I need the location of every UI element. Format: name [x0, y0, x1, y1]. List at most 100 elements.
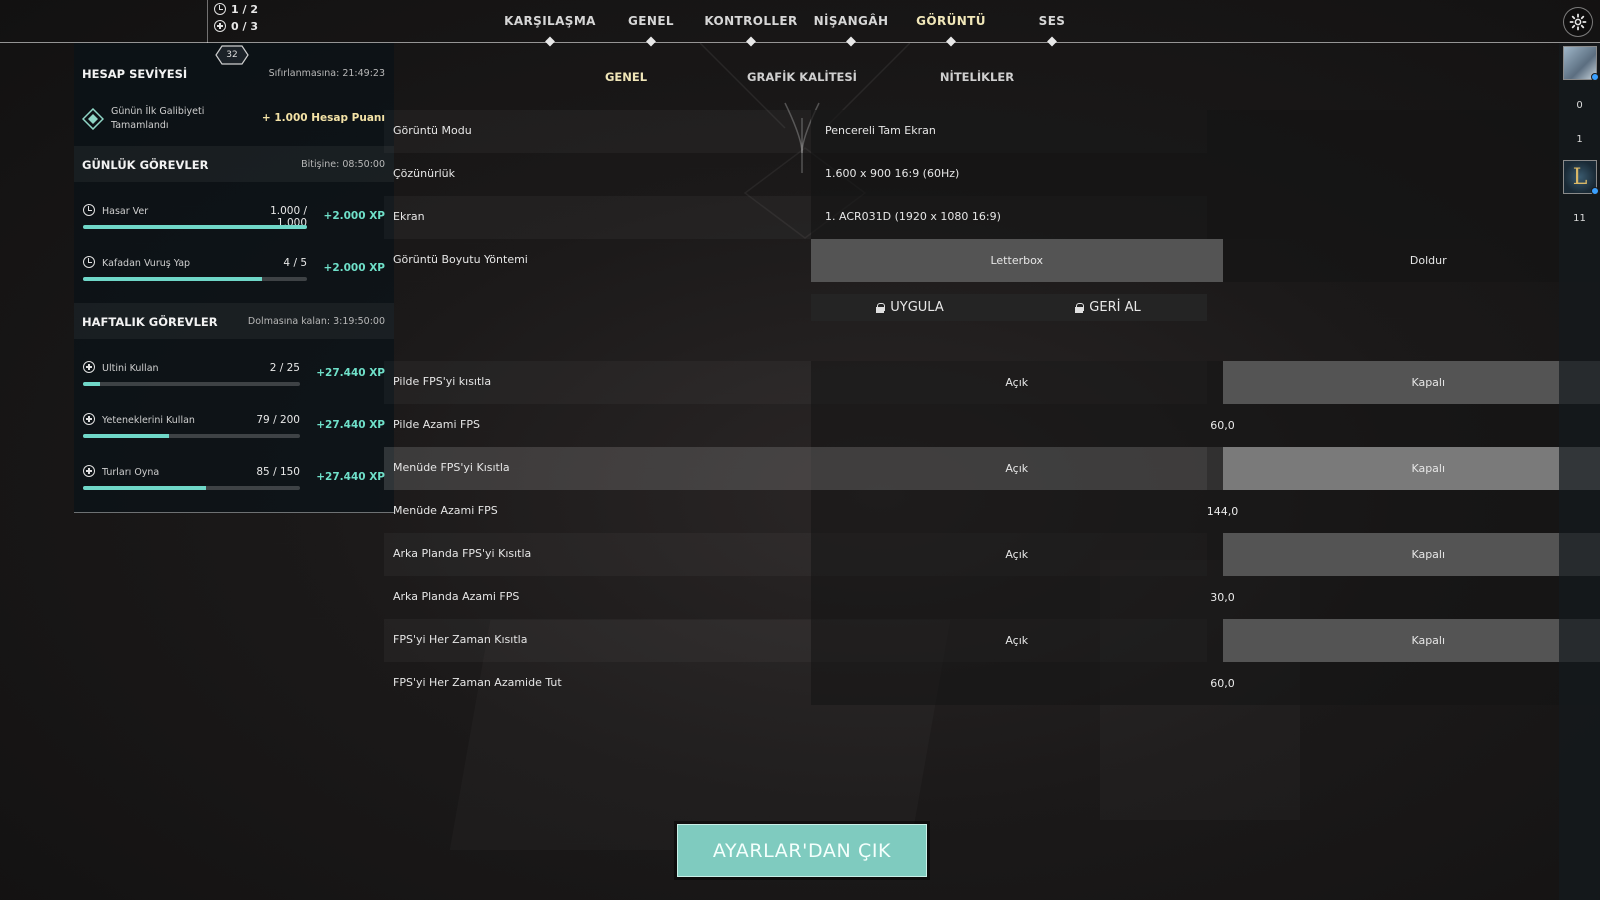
setting-monitor: Ekran 1. ACR031D (1920 x 1080 16:9)	[384, 196, 1600, 239]
tab-genel[interactable]: GENEL	[628, 14, 674, 28]
tab-indicator	[946, 36, 956, 47]
setting-label: Ekran	[393, 210, 425, 223]
quest-progress: 2 / 25	[269, 362, 300, 374]
option-acik[interactable]: Açık	[811, 533, 1223, 576]
plus-circle-icon	[214, 20, 226, 32]
weekly-quests-timer: Dolmasına kalan: 3:19:50:00	[247, 316, 385, 327]
account-level-header: HESAP SEVİYESİ Sıfırlanmasına: 21:49:23	[74, 55, 394, 91]
option-acik[interactable]: Açık	[811, 361, 1223, 404]
quest-name: Kafadan Vuruş Yap	[102, 258, 191, 269]
quest-xp: +27.440 XP	[316, 471, 385, 483]
option-letterbox[interactable]: Letterbox	[811, 239, 1223, 282]
subtab-grafik-kalitesi[interactable]: GRAFİK KALİTESİ	[747, 70, 857, 84]
quest-progress: 79 / 200	[256, 414, 300, 426]
league-friends-count: 11	[1573, 213, 1586, 224]
resolution-dropdown[interactable]: 1.600 x 900 16:9 (60Hz)	[811, 153, 1600, 196]
display-mode-dropdown[interactable]: Pencereli Tam Ekran	[811, 110, 1600, 153]
option-kapali[interactable]: Kapalı	[1222, 619, 1600, 662]
exit-settings-button[interactable]: AYARLAR'DAN ÇIK	[677, 824, 927, 877]
tab-goruntu[interactable]: GÖRÜNTÜ	[916, 14, 986, 28]
setting-label: Pilde Azami FPS	[393, 418, 481, 431]
monitor-dropdown[interactable]: 1. ACR031D (1920 x 1080 16:9)	[811, 196, 1600, 239]
weekly-quest-1: Yeteneklerini Kullan 79 / 200 +27.440 XP	[74, 407, 394, 453]
apply-revert-bar: UYGULA GERİ AL	[811, 294, 1207, 321]
plus-circle-icon	[83, 361, 95, 373]
tab-karsilasma[interactable]: KARŞILAŞMA	[504, 14, 596, 28]
league-logo-icon: L	[1572, 164, 1588, 190]
setting-limit-fps-menu: Menüde FPS'yi Kısıtla Açık Kapalı	[384, 447, 1600, 490]
limit-fps-menu-toggle: Açık Kapalı	[811, 447, 1600, 490]
limit-fps-background-toggle: Açık Kapalı	[811, 533, 1600, 576]
valorant-friends-avatar[interactable]	[1563, 46, 1599, 81]
account-reset-timer: Sıfırlanmasına: 21:49:23	[268, 68, 385, 79]
quest-progress-bar	[83, 382, 300, 386]
settings-gear-button[interactable]	[1563, 7, 1593, 37]
quest-progress: 4 / 5	[283, 257, 307, 269]
clock-icon	[214, 3, 226, 15]
tab-ses[interactable]: SES	[1039, 14, 1066, 28]
option-doldur[interactable]: Doldur	[1222, 239, 1600, 282]
progress-panel: 32 HESAP SEVİYESİ Sıfırlanmasına: 21:49:…	[74, 43, 394, 513]
counter-plus: 0 / 3	[214, 18, 258, 34]
max-fps-battery-value[interactable]: 60,0	[811, 404, 1600, 447]
quest-progress-bar	[83, 434, 300, 438]
first-win-text: Günün İlk Galibiyeti Tamamlandı	[111, 106, 205, 131]
counter-clock: 1 / 2	[214, 1, 258, 17]
setting-limit-fps-always: FPS'yi Her Zaman Kısıtla Açık Kapalı	[384, 619, 1600, 662]
daily-quest-0: Hasar Ver 1.000 / 1.000 +2.000 XP	[74, 198, 394, 244]
option-acik[interactable]: Açık	[811, 447, 1223, 490]
tab-indicator	[1047, 36, 1057, 47]
limit-fps-always-toggle: Açık Kapalı	[811, 619, 1600, 662]
weekly-quests-title: HAFTALIK GÖREVLER	[82, 315, 218, 329]
option-acik[interactable]: Açık	[811, 619, 1223, 662]
apply-button[interactable]: UYGULA	[811, 294, 1009, 321]
option-kapali[interactable]: Kapalı	[1222, 361, 1600, 404]
match-counters: 1 / 2 0 / 3	[207, 0, 258, 43]
setting-aspect-method: Görüntü Boyutu Yöntemi Letterbox Doldur	[384, 239, 1600, 282]
option-kapali[interactable]: Kapalı	[1222, 447, 1600, 490]
lock-icon	[1075, 302, 1085, 313]
revert-label: GERİ AL	[1089, 300, 1141, 315]
subtab-nitelikler[interactable]: NİTELİKLER	[940, 70, 1014, 84]
limit-fps-battery-toggle: Açık Kapalı	[811, 361, 1600, 404]
setting-label: FPS'yi Her Zaman Kısıtla	[393, 633, 528, 646]
max-fps-background-value[interactable]: 30,0	[811, 576, 1600, 619]
setting-label: Pilde FPS'yi kısıtla	[393, 375, 492, 388]
quest-progress-fill	[83, 486, 207, 490]
dropdown-value: Pencereli Tam Ekran	[825, 124, 936, 137]
tab-nisangah[interactable]: NİŞANGÂH	[814, 14, 889, 28]
quest-progress-bar	[83, 277, 307, 281]
quest-xp: +27.440 XP	[316, 367, 385, 379]
setting-label: Görüntü Modu	[393, 124, 472, 137]
setting-display-mode: Görüntü Modu Pencereli Tam Ekran	[384, 110, 1600, 153]
setting-max-fps-menu: Menüde Azami FPS 144,0	[384, 490, 1600, 533]
setting-max-fps-background: Arka Planda Azami FPS 30,0	[384, 576, 1600, 619]
quest-progress-fill	[83, 382, 101, 386]
diamond-icon	[82, 108, 104, 130]
plus-circle-icon	[83, 465, 95, 477]
subtab-genel[interactable]: GENEL	[605, 70, 647, 84]
max-fps-always-value[interactable]: 60,0	[811, 662, 1600, 705]
daily-quests-timer: Bitişine: 08:50:00	[301, 159, 385, 170]
tab-kontroller[interactable]: KONTROLLER	[704, 14, 797, 28]
top-navigation: 1 / 2 0 / 3 KARŞILAŞMA GENEL KONTROLLER …	[0, 0, 1600, 47]
friends-ingame-count: 1	[1576, 134, 1583, 145]
league-client-avatar[interactable]: L	[1563, 160, 1599, 195]
daily-quests-header: GÜNLÜK GÖREVLER Bitişine: 08:50:00	[74, 146, 394, 182]
quest-name: Yeteneklerini Kullan	[102, 415, 195, 426]
option-kapali[interactable]: Kapalı	[1222, 533, 1600, 576]
setting-label: Arka Planda Azami FPS	[393, 590, 520, 603]
tab-indicator	[545, 36, 555, 47]
quest-xp: +2.000 XP	[323, 210, 385, 222]
revert-button[interactable]: GERİ AL	[1009, 294, 1207, 321]
max-fps-menu-value[interactable]: 144,0	[811, 490, 1600, 533]
setting-resolution: Çözünürlük 1.600 x 900 16:9 (60Hz)	[384, 153, 1600, 196]
setting-max-fps-battery: Pilde Azami FPS 60,0	[384, 404, 1600, 447]
online-status-dot	[1591, 73, 1599, 81]
social-sidebar: 0 1 L 11	[1559, 43, 1600, 900]
first-win-row: Günün İlk Galibiyeti Tamamlandı + 1.000 …	[74, 97, 394, 141]
tab-indicator	[646, 36, 656, 47]
online-status-dot	[1591, 187, 1599, 195]
dropdown-value: 1. ACR031D (1920 x 1080 16:9)	[825, 210, 1001, 223]
daily-quests-title: GÜNLÜK GÖREVLER	[82, 158, 209, 172]
